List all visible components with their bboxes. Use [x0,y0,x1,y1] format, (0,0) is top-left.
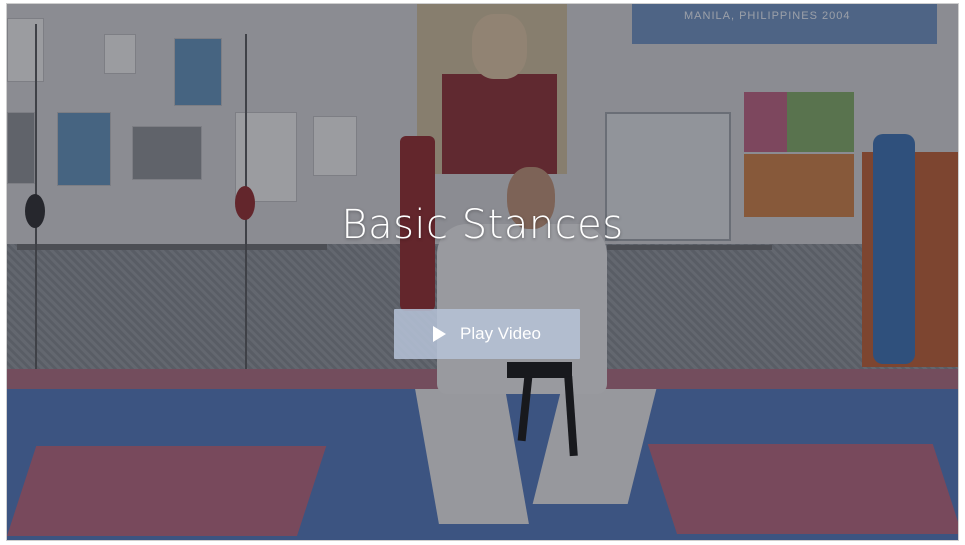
play-video-label: Play Video [460,324,541,343]
video-title: Basic Stances [341,202,624,248]
play-icon [433,326,447,342]
video-overlay [7,4,958,540]
play-video-button[interactable]: Play Video [394,309,580,359]
video-player[interactable]: MANILA, PHILIPPINES 2004 Basic Stances P… [6,3,959,541]
